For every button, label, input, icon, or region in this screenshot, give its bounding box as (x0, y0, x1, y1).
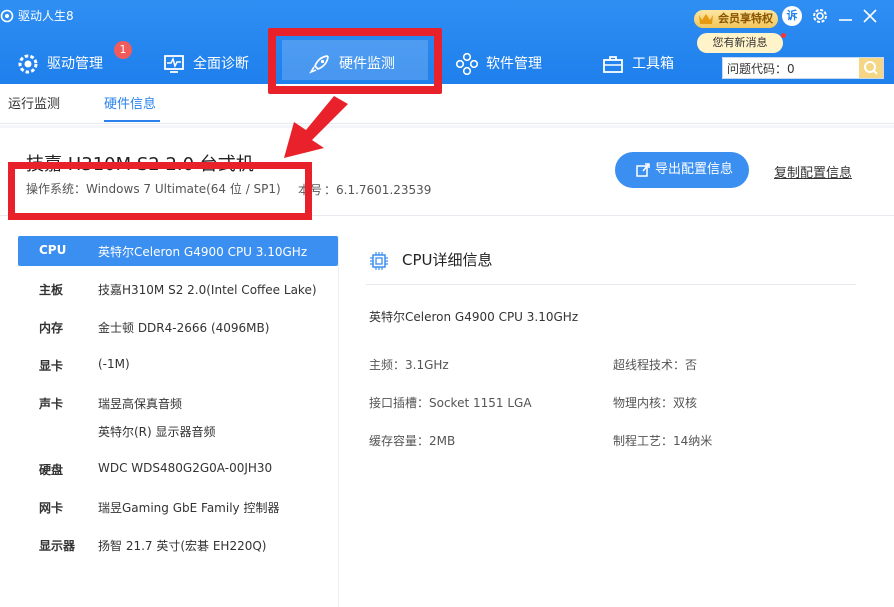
hardware-value: WDC WDS480G2G0A-00JH30 (98, 461, 273, 475)
copy-config-link[interactable]: 复制配置信息 (774, 162, 852, 181)
hardware-value: 英特尔Celeron G4900 CPU 3.10GHz (98, 245, 308, 259)
hardware-value: 瑞昱高保真音频 (98, 397, 183, 411)
close-icon[interactable] (860, 6, 880, 26)
tab-software-manage[interactable]: 软件管理 (455, 48, 565, 80)
hardware-row-sound[interactable]: 声卡 瑞昱高保真音频 (18, 388, 338, 418)
vip-label: 会员享特权 (718, 12, 773, 25)
minimize-icon[interactable] (836, 6, 856, 26)
problem-code-input[interactable] (725, 59, 859, 77)
hardware-value: 金士顿 DDR4-2666 (4096MB) (98, 321, 270, 335)
export-label: 导出配置信息 (655, 162, 734, 177)
tab-label: 驱动管理 (47, 56, 103, 72)
vip-crown-icon (699, 14, 713, 24)
tab-toolbox[interactable]: 工具箱 (601, 48, 701, 80)
sub-tab-bar: 运行监测 硬件信息 (0, 84, 894, 124)
list-divider (338, 236, 339, 607)
cpu-chip-icon (370, 252, 388, 270)
message-dot (781, 33, 786, 38)
spec-hyperthreading: 超线程技术：否 (613, 358, 698, 372)
hardware-value: 技嘉H310M S2 2.0(Intel Coffee Lake) (98, 283, 317, 297)
apps-icon (455, 52, 479, 76)
app-window: 驱动人生8 会员享特权 您有新消息 诉 驱动管理 1 全面诊断 硬件监测 软件管… (0, 0, 894, 607)
hardware-row-monitor[interactable]: 显示器 扬智 21.7 英寸(宏碁 EH220Q) (18, 530, 338, 560)
cpu-full-name: 英特尔Celeron G4900 CPU 3.10GHz (369, 310, 579, 324)
hardware-key: 硬盘 (39, 463, 64, 477)
problem-code-search (722, 57, 884, 79)
subtab-hardware-info[interactable]: 硬件信息 (104, 93, 156, 112)
tab-label: 软件管理 (486, 56, 542, 72)
hardware-row-gpu[interactable]: 显卡 (-1M) (18, 350, 338, 380)
hardware-row-disk[interactable]: 硬盘 WDC WDS480G2G0A-00JH30 (18, 454, 338, 484)
export-icon (636, 163, 650, 177)
export-config-button[interactable]: 导出配置信息 (615, 152, 749, 188)
hardware-value: 英特尔(R) 显示器音频 (98, 425, 216, 439)
hardware-value: 扬智 21.7 英寸(宏碁 EH220Q) (98, 539, 267, 553)
hardware-row-sound-2[interactable]: 英特尔(R) 显示器音频 (18, 416, 338, 446)
hardware-row-network[interactable]: 网卡 瑞昱Gaming GbE Family 控制器 (18, 492, 338, 522)
feedback-icon[interactable]: 诉 (782, 6, 802, 26)
annotation-box-os-info (8, 162, 312, 220)
gear-icon (18, 54, 38, 74)
subtab-runtime-monitor[interactable]: 运行监测 (8, 93, 60, 112)
spec-process: 制程工艺：14纳米 (613, 434, 713, 448)
tab-label: 全面诊断 (193, 56, 249, 72)
spec-socket: 接口插槽：Socket 1151 LGA (369, 396, 532, 410)
app-logo-icon (0, 9, 14, 23)
hardware-value: (-1M) (98, 357, 130, 371)
hardware-key: CPU (39, 243, 67, 257)
cpu-detail-title: CPU详细信息 (402, 251, 493, 269)
toolbox-icon (603, 56, 623, 73)
tab-driver-manage[interactable]: 驱动管理 (16, 48, 126, 80)
active-subtab-underline (104, 120, 160, 122)
hardware-value: 瑞昱Gaming GbE Family 控制器 (98, 501, 280, 515)
tab-full-diagnosis[interactable]: 全面诊断 (162, 48, 272, 80)
settings-gear-icon[interactable] (810, 6, 830, 26)
vip-badge[interactable]: 会员享特权 (694, 10, 778, 28)
search-button[interactable] (859, 58, 883, 78)
hardware-key: 内存 (39, 321, 64, 335)
hardware-row-motherboard[interactable]: 主板 技嘉H310M S2 2.0(Intel Coffee Lake) (18, 274, 338, 304)
search-icon (864, 61, 878, 75)
spec-cores: 物理内核：双核 (613, 396, 698, 410)
hardware-row-memory[interactable]: 内存 金士顿 DDR4-2666 (4096MB) (18, 312, 338, 342)
detail-divider (366, 284, 856, 285)
spec-cache: 缓存容量：2MB (369, 434, 456, 448)
hardware-key: 主板 (39, 283, 64, 297)
header-bar: 驱动人生8 会员享特权 您有新消息 诉 驱动管理 1 全面诊断 硬件监测 软件管… (0, 0, 894, 84)
hardware-key: 显示器 (39, 539, 76, 553)
app-title: 驱动人生8 (18, 9, 74, 23)
hardware-row-cpu[interactable]: CPU 英特尔Celeron G4900 CPU 3.10GHz (18, 236, 338, 266)
hardware-key: 声卡 (39, 397, 64, 411)
spec-frequency: 主频：3.1GHz (369, 358, 449, 372)
annotation-box-hardware-tab (268, 28, 442, 94)
monitor-pulse-icon (164, 55, 184, 73)
driver-update-badge: 1 (114, 41, 132, 59)
new-message-bubble[interactable]: 您有新消息 (697, 33, 783, 53)
os-version: ：6.1.7601.23539 (324, 183, 432, 197)
hardware-key: 显卡 (39, 359, 64, 373)
hardware-key: 网卡 (39, 501, 64, 515)
tab-label: 工具箱 (632, 56, 674, 72)
